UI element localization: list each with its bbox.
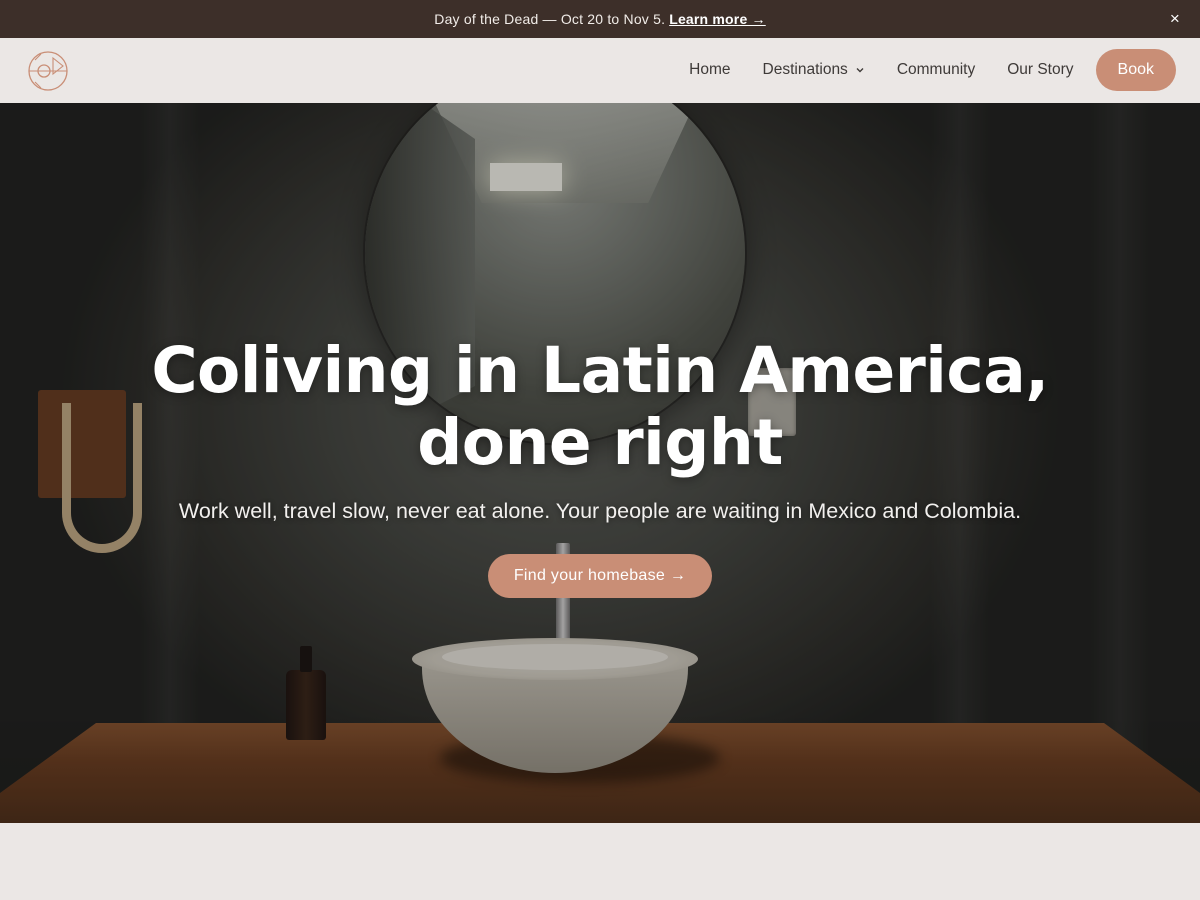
close-icon[interactable]: × [1170, 10, 1180, 27]
announcement-bar: Day of the Dead — Oct 20 to Nov 5. Learn… [0, 0, 1200, 38]
nav-item-label: Home [689, 61, 731, 78]
nav-item-home[interactable]: Home [689, 61, 730, 79]
announcement-text: Day of the Dead — Oct 20 to Nov 5. [434, 11, 666, 27]
hero-title-line: done right [417, 406, 783, 479]
nav-item-community[interactable]: Community [897, 61, 975, 79]
hero-title: Coliving in Latin America, done right [0, 335, 1200, 479]
nav-item-our-story[interactable]: Our Story [1007, 61, 1073, 79]
chevron-down-icon [856, 68, 864, 73]
nav-item-label: Our Story [1007, 61, 1074, 78]
main-navigation: Home Destinations Community Our Story Bo… [0, 38, 1200, 103]
page-section-below-hero [0, 823, 1200, 900]
hero-content: Coliving in Latin America, done right Wo… [0, 335, 1200, 598]
book-button[interactable]: Book [1095, 49, 1176, 91]
hero-title-line: Coliving in Latin America, [151, 334, 1049, 407]
brand-logo-icon[interactable] [27, 50, 69, 92]
nav-item-label: Destinations [762, 61, 848, 78]
hero-subtitle: Work well, travel slow, never eat alone.… [178, 499, 1022, 523]
find-homebase-button[interactable]: Find your homebase → [487, 554, 713, 598]
nav-item-label: Community [896, 61, 976, 78]
nav-menu: Home Destinations Community Our Story Bo… [657, 49, 1176, 91]
hero-section: Coliving in Latin America, done right Wo… [0, 103, 1200, 823]
announcement-learn-more-link[interactable]: Learn more → [669, 11, 766, 27]
nav-item-destinations[interactable]: Destinations [763, 61, 865, 79]
